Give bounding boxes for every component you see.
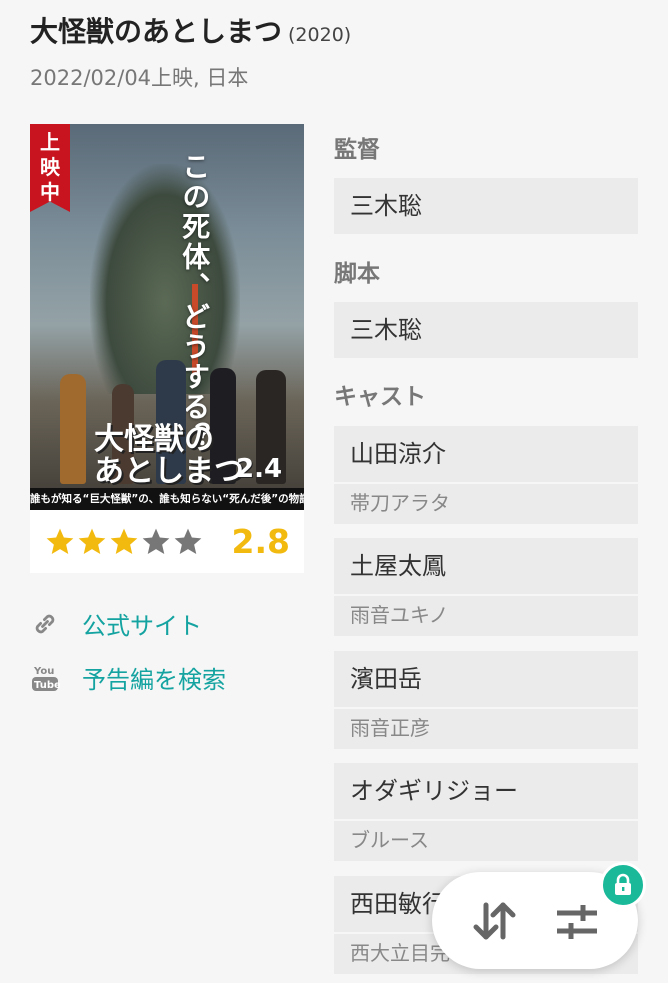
badge-char: 映 [40,155,60,179]
poster-tagline: 誰もが知る“巨大怪獣”の、誰も知らない“死んだ後”の物語。 [30,488,304,510]
writer-label: 脚本 [334,261,380,287]
rating-value: 2.8 [231,522,290,561]
trailer-search-link[interactable]: You Tube 予告編を検索 [30,660,226,695]
now-showing-badge: 上 映 中 [30,124,70,212]
badge-char: 上 [40,130,60,154]
sort-icon [473,902,515,939]
cast-role: 帯刀アラタ [334,482,638,524]
poster-person [60,374,86,484]
cast-name: オダギリジョー [334,763,638,819]
filter-icon [556,904,597,939]
cast-card[interactable]: 山田涼介 帯刀アラタ [334,426,638,524]
star-filled-icon [46,528,74,554]
star-empty-icon [174,528,202,554]
director-label: 監督 [334,137,380,163]
cast-card[interactable]: 濱田岳 雨音正彦 [334,651,638,749]
filter-button[interactable] [550,894,604,948]
star-empty-icon [142,528,170,554]
poster-logo-line2: あとしまつ [94,453,244,489]
cast-name: 山田涼介 [334,426,638,482]
sort-button[interactable] [467,894,521,948]
title-row: 大怪獣のあとしまつ (2020) [30,10,351,50]
lock-badge[interactable] [600,862,646,908]
cast-label: キャスト [334,384,426,410]
trailer-search-label[interactable]: 予告編を検索 [82,660,226,695]
official-site-link[interactable]: 公式サイト [30,606,202,641]
svg-text:You: You [33,666,54,677]
cast-card[interactable]: 土屋太鳳 雨音ユキノ [334,538,638,636]
cast-card[interactable]: オダギリジョー ブルース [334,763,638,861]
lock-icon [615,873,631,895]
cast-name: 濱田岳 [334,651,638,707]
cast-role: 雨音ユキノ [334,594,638,636]
movie-year: (2020) [288,24,352,46]
poster-date: 2.4 [236,454,283,484]
youtube-icon: You Tube [30,662,66,694]
director-name[interactable]: 三木聡 [334,178,638,234]
link-icon [30,608,66,640]
rating-stars [44,526,204,558]
rating-box: 2.8 [30,510,304,573]
star-filled-icon [110,528,138,554]
poster-logo: 大怪獣の あとしまつ [94,424,244,487]
writer-name[interactable]: 三木聡 [334,302,638,358]
release-info: 2022/02/04上映, 日本 [30,66,249,90]
star-filled-icon [78,528,106,554]
cast-role: 雨音正彦 [334,707,638,749]
cast-role: ブルース [334,819,638,861]
official-site-label[interactable]: 公式サイト [82,606,202,641]
poster-logo-line1: 大怪獣の [94,422,214,457]
svg-text:Tube: Tube [34,680,60,691]
badge-char: 中 [40,180,60,204]
movie-poster[interactable]: この死体、どうする？ 上 映 中 大怪獣の あとしまつ 2.4 誰もが知る“巨大… [30,124,304,510]
cast-name: 土屋太鳳 [334,538,638,594]
movie-title: 大怪獣のあとしまつ [30,15,283,48]
